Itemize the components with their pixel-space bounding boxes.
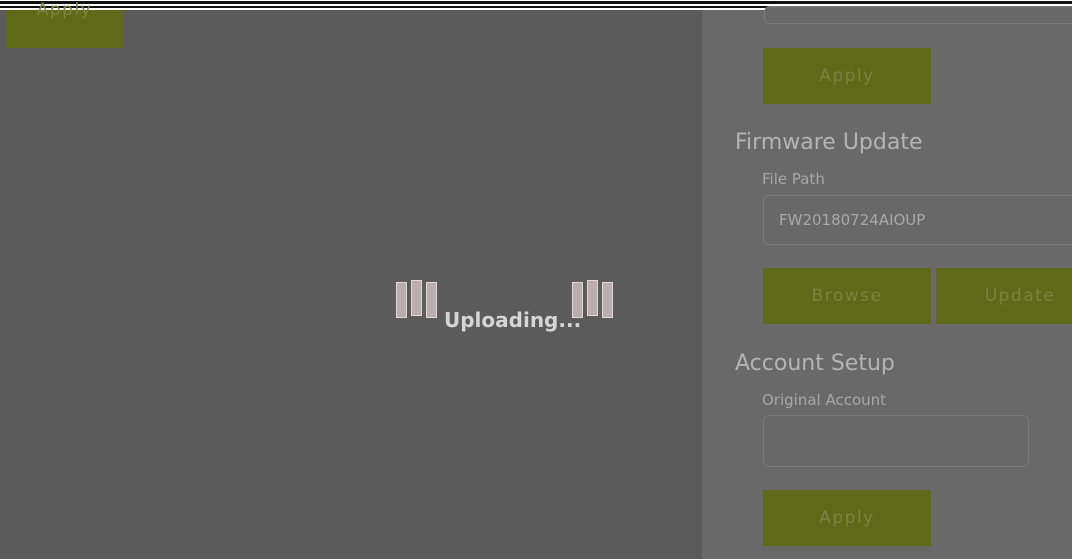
firmware-update-heading: Firmware Update	[735, 130, 923, 155]
apply-button-label: Apply	[819, 508, 875, 528]
top-border-line	[0, 1, 1072, 4]
file-path-value: FW20180724AIOUP	[779, 211, 926, 229]
loader-bar	[587, 280, 598, 316]
settings-panel: Apply Firmware Update File Path FW201807…	[702, 6, 1072, 559]
apply-button-label: Apply	[819, 66, 875, 86]
apply-button[interactable]: Apply	[6, 0, 123, 48]
previous-field[interactable]	[764, 6, 1072, 24]
file-path-label: File Path	[762, 170, 825, 188]
file-path-input[interactable]: FW20180724AIOUP	[763, 195, 1072, 245]
uploading-spinner: Uploading...	[396, 280, 626, 340]
update-button[interactable]: Update	[936, 268, 1072, 324]
loader-bar	[572, 282, 583, 318]
uploading-text: Uploading...	[444, 308, 582, 332]
apply-button[interactable]: Apply	[763, 490, 931, 546]
loader-bar	[396, 282, 407, 318]
account-setup-heading: Account Setup	[735, 351, 895, 376]
browse-button[interactable]: Browse	[763, 268, 931, 324]
update-button-label: Update	[984, 286, 1056, 306]
loader-bar	[411, 280, 422, 316]
apply-button-label: Apply	[36, 0, 93, 20]
apply-button[interactable]: Apply	[763, 48, 931, 104]
original-account-input[interactable]	[763, 415, 1029, 467]
browse-button-label: Browse	[811, 286, 883, 306]
loader-bar	[602, 282, 613, 318]
original-account-label: Original Account	[762, 391, 887, 409]
loader-bar	[426, 282, 437, 318]
